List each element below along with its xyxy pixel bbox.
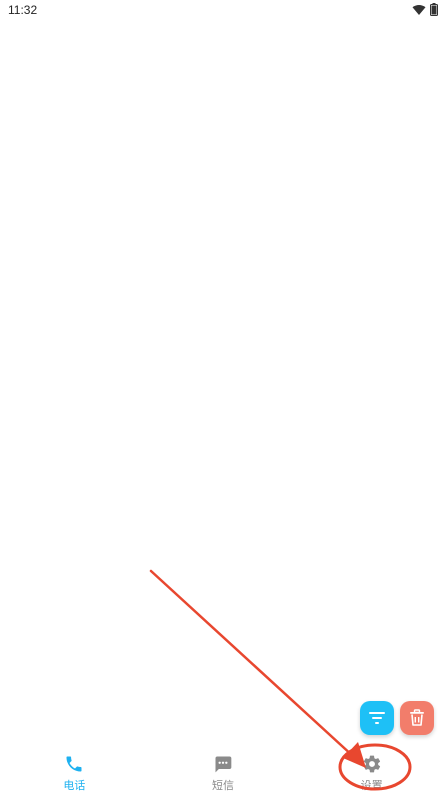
delete-button[interactable] (400, 701, 434, 735)
nav-label-messages: 短信 (212, 779, 234, 792)
status-icons (412, 3, 438, 16)
nav-label-phone: 电话 (63, 779, 86, 792)
bottom-navigation: 电话 短信 设置 (0, 746, 446, 794)
filter-icon (369, 712, 385, 724)
battery-icon (430, 3, 438, 16)
trash-icon (410, 709, 424, 726)
status-bar: 11:32 (0, 0, 446, 22)
gear-icon (363, 755, 380, 773)
call-log-list (0, 22, 446, 742)
status-time: 11:32 (8, 3, 38, 17)
filter-button[interactable] (360, 701, 394, 735)
nav-label-settings: 设置 (360, 779, 383, 792)
wifi-icon (412, 4, 426, 15)
message-icon (215, 756, 232, 773)
nav-item-settings[interactable]: 设置 (297, 746, 446, 794)
nav-item-phone[interactable]: 电话 (0, 746, 149, 794)
phone-icon (66, 756, 82, 772)
nav-item-messages[interactable]: 短信 (149, 746, 298, 794)
